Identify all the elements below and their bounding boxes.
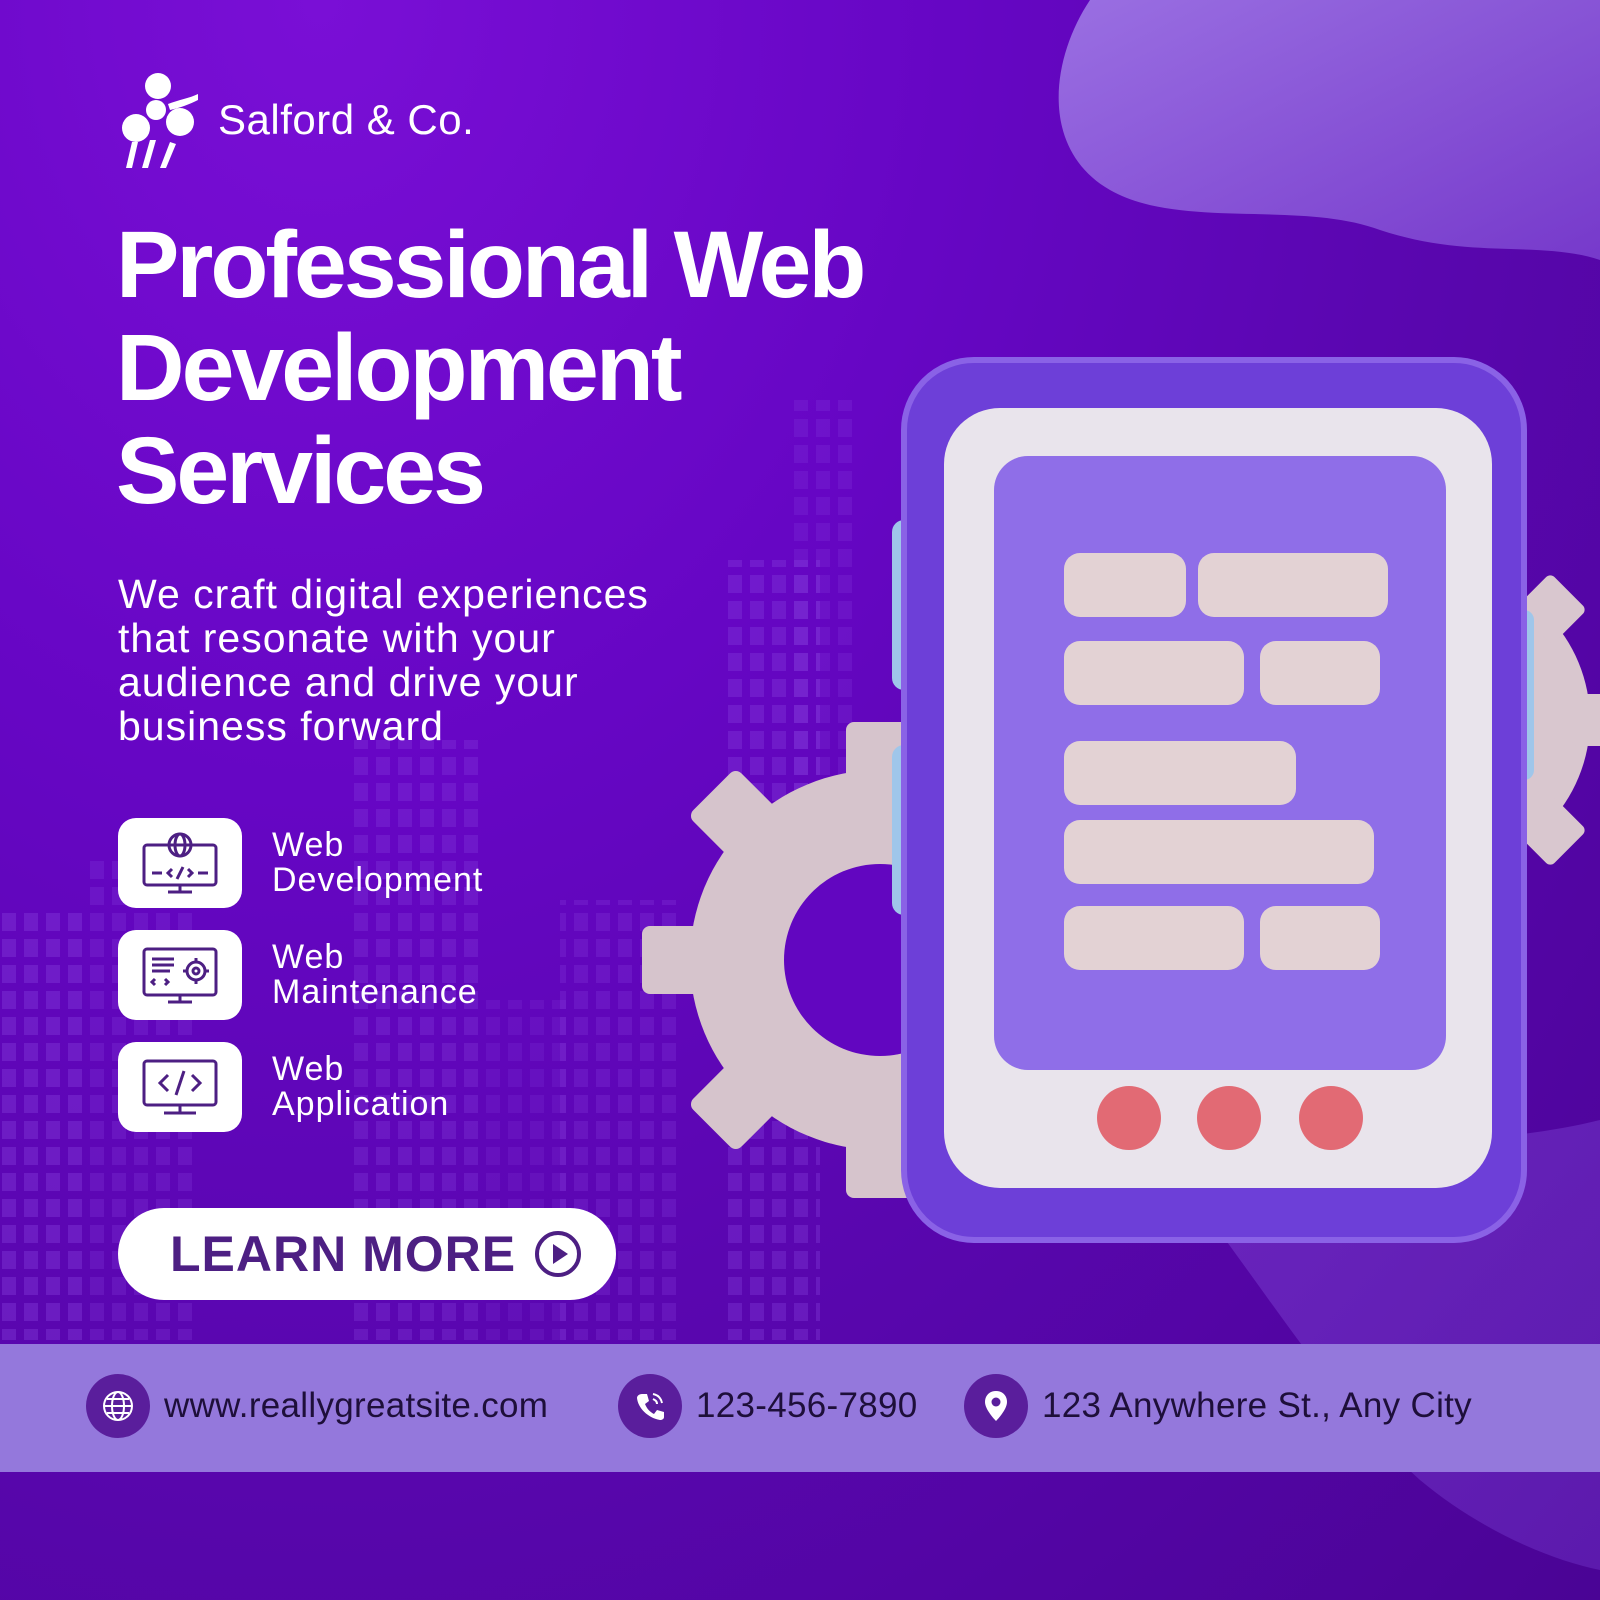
play-circle-icon <box>535 1231 581 1277</box>
contact-phone[interactable]: 123-456-7890 <box>618 1374 918 1438</box>
location-icon-circle <box>964 1374 1028 1438</box>
globe-icon <box>103 1391 133 1421</box>
service-label-line-2: Application <box>272 1085 450 1123</box>
service-label-line-2: Maintenance <box>272 973 478 1011</box>
service-label-line-1: Web <box>272 938 345 976</box>
service-label-line-1: Web <box>272 826 345 864</box>
service-icon-box <box>118 1042 242 1132</box>
learn-more-label: LEARN MORE <box>170 1226 517 1282</box>
service-label: Web Maintenance <box>272 940 478 1010</box>
brand-name: Salford & Co. <box>218 96 475 143</box>
people-cluster-logo <box>122 73 198 168</box>
monitor-globe-code-icon <box>142 832 218 894</box>
phone-icon-circle <box>618 1374 682 1438</box>
learn-more-button[interactable]: LEARN MORE <box>118 1208 616 1300</box>
service-label: Web Application <box>272 1052 449 1122</box>
service-label: Web Development <box>272 828 483 898</box>
location-pin-icon <box>985 1391 1007 1421</box>
description: We craft digital experiences that resona… <box>118 572 758 748</box>
description-line-4: business forward <box>118 703 444 749</box>
description-line-2: that resonate with your <box>118 615 556 661</box>
monitor-code-icon <box>142 1059 218 1115</box>
description-line-3: audience and drive your <box>118 659 579 705</box>
service-icon-box <box>118 930 242 1020</box>
service-item-web-maintenance: Web Maintenance <box>118 930 478 1020</box>
phone-icon <box>637 1393 664 1420</box>
service-icon-box <box>118 818 242 908</box>
headline-line-3: Services <box>116 418 486 524</box>
globe-icon-circle <box>86 1374 150 1438</box>
brand: Salford & Co. <box>118 72 474 168</box>
service-label-line-2: Development <box>272 861 484 899</box>
service-item-web-development: Web Development <box>118 818 483 908</box>
headline-line-2: Development <box>116 315 683 421</box>
service-label-line-1: Web <box>272 1050 345 1088</box>
page-title: Professional Web Development Services <box>116 214 936 523</box>
phone-text: 123-456-7890 <box>696 1386 918 1425</box>
headline-line-1: Professional Web <box>116 212 866 318</box>
monitor-settings-icon <box>142 947 218 1004</box>
address-text: 123 Anywhere St., Any City <box>1042 1386 1472 1425</box>
service-item-web-application: Web Application <box>118 1042 449 1132</box>
contact-address[interactable]: 123 Anywhere St., Any City <box>964 1374 1472 1438</box>
description-line-1: We craft digital experiences <box>118 571 649 617</box>
contact-website[interactable]: www.reallygreatsite.com <box>86 1374 548 1438</box>
website-text: www.reallygreatsite.com <box>164 1386 549 1425</box>
promo-canvas: Salford & Co. Professional Web Developme… <box>0 0 1600 1600</box>
